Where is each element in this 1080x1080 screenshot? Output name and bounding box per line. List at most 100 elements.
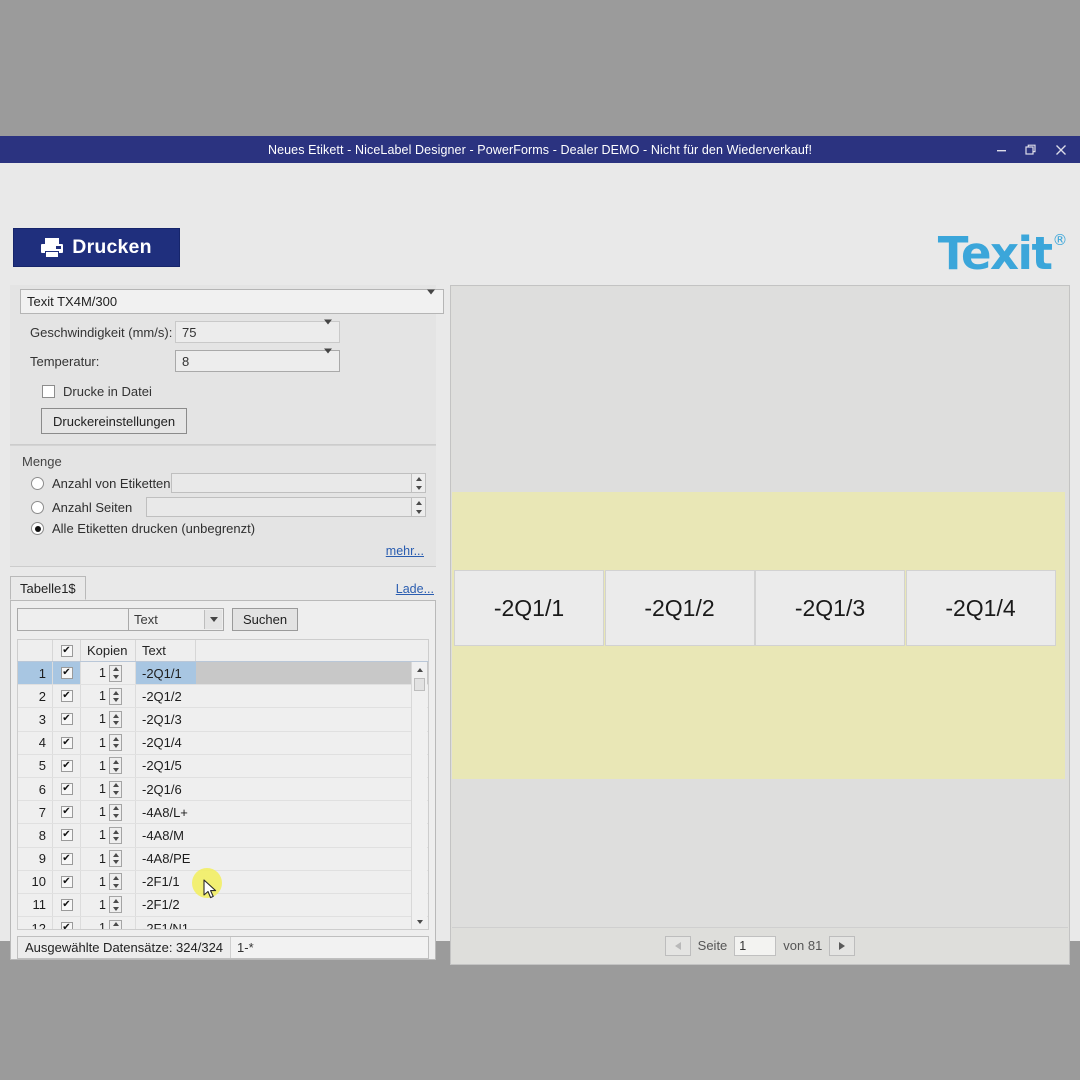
print-button[interactable]: Drucken	[13, 228, 180, 267]
table-row[interactable]: 11✔1-2F1/2	[18, 894, 428, 917]
count-labels-spinner[interactable]	[171, 473, 426, 493]
temperature-select[interactable]: 8	[175, 350, 340, 372]
row-checkbox-cell[interactable]: ✔	[53, 917, 81, 930]
row-checkbox[interactable]: ✔	[61, 760, 73, 772]
copies-spinner-icon[interactable]	[109, 827, 122, 844]
preview-label-card[interactable]: -2Q1/2	[605, 570, 755, 646]
table-row[interactable]: 10✔1-2F1/1	[18, 871, 428, 894]
tab-tabelle1[interactable]: Tabelle1$	[10, 576, 86, 600]
table-row[interactable]: 2✔1-2Q1/2	[18, 685, 428, 708]
copies-spinner-icon[interactable]	[109, 757, 122, 774]
row-text-value[interactable]: -2F1/2	[136, 894, 196, 916]
row-text-value[interactable]: -4A8/M	[136, 824, 196, 846]
grid-vertical-scrollbar[interactable]	[411, 662, 427, 929]
row-checkbox-cell[interactable]: ✔	[53, 662, 81, 684]
quantity-option-labels[interactable]: Anzahl von Etiketten	[20, 473, 426, 493]
preview-label-card[interactable]: -2Q1/1	[454, 570, 604, 646]
copies-spinner-icon[interactable]	[109, 873, 122, 890]
row-checkbox[interactable]: ✔	[61, 783, 73, 795]
copies-spinner-icon[interactable]	[109, 665, 122, 682]
preview-canvas[interactable]: -2Q1/1-2Q1/2-2Q1/3-2Q1/4	[452, 287, 1068, 927]
scroll-thumb[interactable]	[414, 678, 425, 691]
row-text-value[interactable]: -2Q1/6	[136, 778, 196, 800]
spinner-arrows-icon[interactable]	[411, 498, 425, 516]
row-copies-cell[interactable]: 1	[81, 662, 136, 684]
copies-spinner-icon[interactable]	[109, 920, 122, 930]
preview-label-card[interactable]: -2Q1/4	[906, 570, 1056, 646]
search-field-select[interactable]: Text	[128, 608, 224, 631]
table-row[interactable]: 4✔1-2Q1/4	[18, 732, 428, 755]
copies-spinner-icon[interactable]	[109, 804, 122, 821]
row-copies-cell[interactable]: 1	[81, 685, 136, 707]
row-copies-cell[interactable]: 1	[81, 894, 136, 916]
restore-icon[interactable]	[1016, 136, 1046, 163]
spinner-arrows-icon[interactable]	[411, 474, 425, 492]
copies-spinner-icon[interactable]	[109, 688, 122, 705]
chevron-down-icon[interactable]	[204, 610, 222, 629]
copies-spinner-icon[interactable]	[109, 896, 122, 913]
load-link[interactable]: Lade...	[396, 582, 434, 596]
row-copies-cell[interactable]: 1	[81, 917, 136, 930]
row-checkbox[interactable]: ✔	[61, 853, 73, 865]
copies-spinner-icon[interactable]	[109, 734, 122, 751]
row-checkbox-cell[interactable]: ✔	[53, 755, 81, 777]
row-checkbox[interactable]: ✔	[61, 737, 73, 749]
row-copies-cell[interactable]: 1	[81, 801, 136, 823]
previous-page-button[interactable]	[665, 936, 691, 956]
radio-print-all[interactable]	[31, 522, 44, 535]
scroll-up-icon[interactable]	[412, 662, 427, 677]
row-copies-cell[interactable]: 1	[81, 778, 136, 800]
table-row[interactable]: 9✔1-4A8/PE	[18, 848, 428, 871]
table-row[interactable]: 6✔1-2Q1/6	[18, 778, 428, 801]
page-number-input[interactable]: 1	[734, 936, 776, 956]
preview-label-card[interactable]: -2Q1/3	[755, 570, 905, 646]
row-checkbox-cell[interactable]: ✔	[53, 871, 81, 893]
search-input[interactable]	[17, 608, 128, 631]
print-to-file-row[interactable]: Drucke in Datei	[42, 384, 426, 399]
copies-spinner-icon[interactable]	[109, 850, 122, 867]
print-to-file-checkbox[interactable]	[42, 385, 55, 398]
row-checkbox[interactable]: ✔	[61, 806, 73, 818]
grid-header-kopien[interactable]: Kopien	[81, 640, 136, 661]
row-checkbox[interactable]: ✔	[61, 713, 73, 725]
copies-spinner-icon[interactable]	[109, 781, 122, 798]
row-checkbox-cell[interactable]: ✔	[53, 848, 81, 870]
table-row[interactable]: 7✔1-4A8/L+	[18, 801, 428, 824]
row-checkbox[interactable]: ✔	[61, 876, 73, 888]
quantity-option-all[interactable]: Alle Etiketten drucken (unbegrenzt)	[20, 521, 426, 536]
row-copies-cell[interactable]: 1	[81, 708, 136, 730]
select-all-checkbox[interactable]: ✔	[61, 645, 73, 657]
close-icon[interactable]	[1046, 136, 1076, 163]
row-copies-cell[interactable]: 1	[81, 824, 136, 846]
row-text-value[interactable]: -4A8/PE	[136, 848, 196, 870]
row-text-value[interactable]: -2Q1/3	[136, 708, 196, 730]
row-checkbox-cell[interactable]: ✔	[53, 708, 81, 730]
grid-header-checkbox[interactable]: ✔	[53, 640, 81, 661]
record-range-field[interactable]: 1-*	[230, 937, 428, 958]
speed-select[interactable]: 75	[175, 321, 340, 343]
table-row[interactable]: 12✔1-2F1/N1	[18, 917, 428, 930]
row-text-value[interactable]: -2F1/N1	[136, 917, 196, 930]
row-checkbox[interactable]: ✔	[61, 667, 73, 679]
row-text-value[interactable]: -2Q1/2	[136, 685, 196, 707]
radio-count-pages[interactable]	[31, 501, 44, 514]
printer-settings-button[interactable]: Druckereinstellungen	[41, 408, 187, 434]
row-checkbox-cell[interactable]: ✔	[53, 685, 81, 707]
row-checkbox-cell[interactable]: ✔	[53, 801, 81, 823]
radio-count-labels[interactable]	[31, 477, 44, 490]
table-row[interactable]: 1✔1-2Q1/1	[18, 662, 428, 685]
row-checkbox-cell[interactable]: ✔	[53, 732, 81, 754]
row-text-value[interactable]: -2F1/1	[136, 871, 196, 893]
grid-header-text[interactable]: Text	[136, 640, 196, 661]
quantity-option-pages[interactable]: Anzahl Seiten	[20, 497, 426, 517]
table-row[interactable]: 8✔1-4A8/M	[18, 824, 428, 847]
search-button[interactable]: Suchen	[232, 608, 298, 631]
copies-spinner-icon[interactable]	[109, 711, 122, 728]
row-copies-cell[interactable]: 1	[81, 732, 136, 754]
row-checkbox-cell[interactable]: ✔	[53, 778, 81, 800]
row-text-value[interactable]: -4A8/L+	[136, 801, 196, 823]
row-checkbox[interactable]: ✔	[61, 829, 73, 841]
row-copies-cell[interactable]: 1	[81, 871, 136, 893]
printer-select[interactable]: Texit TX4M/300	[20, 289, 444, 314]
more-link[interactable]: mehr...	[386, 544, 424, 558]
